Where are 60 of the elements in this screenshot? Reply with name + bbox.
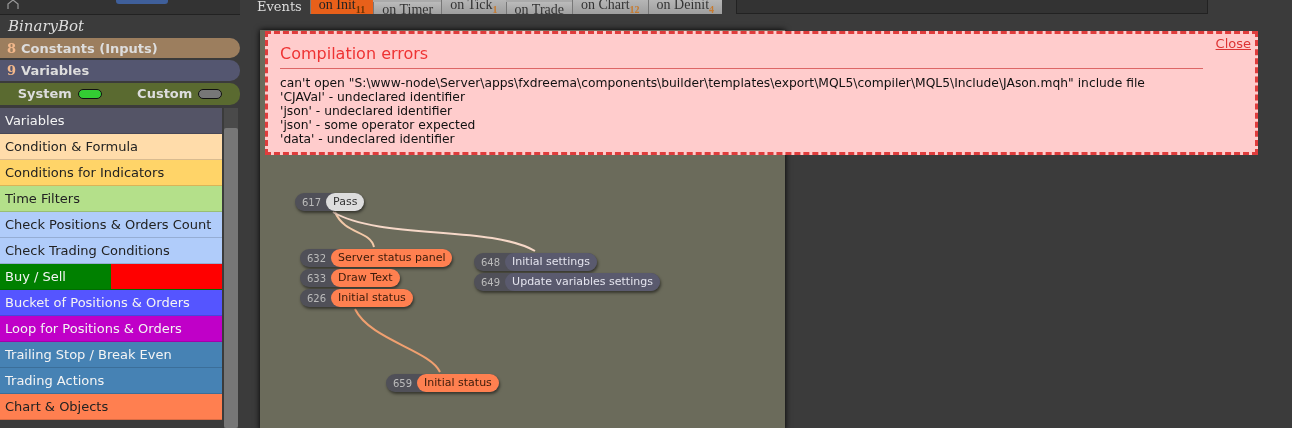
error-message: can't open "S:\www-node\Server\apps\fxdreema\components\builder\templates\export\MQL5\compiler\MQL5\Include\JAson.mqh" include file — [280, 76, 1146, 90]
category-item[interactable]: Conditions for Indicators — [0, 160, 222, 186]
category-item[interactable]: Trading Actions — [0, 368, 222, 394]
event-tab[interactable]: on Chart$_{12}$ — [572, 0, 648, 14]
home-icon[interactable] — [6, 0, 20, 10]
flow-block[interactable]: 626 Initial status — [300, 289, 413, 307]
scrollbar[interactable] — [224, 108, 238, 428]
project-title: BinaryBot — [7, 16, 86, 36]
sell-color-block[interactable] — [111, 264, 222, 289]
category-item[interactable]: Bucket of Positions & Orders — [0, 290, 222, 316]
block-label: Initial settings — [505, 253, 597, 271]
error-title: Compilation errors — [280, 44, 1203, 69]
toggle-label: Custom — [137, 86, 193, 102]
events-label: Events — [257, 0, 302, 14]
block-label: Initial status — [417, 374, 499, 392]
flow-block[interactable]: 632 Server status panel — [300, 249, 453, 267]
event-tab[interactable]: on Deinit$_{4}$ — [647, 0, 723, 14]
section-count: 9 — [7, 63, 17, 78]
error-message: 'CJAVal' - undeclared identifier — [280, 90, 466, 104]
event-tab[interactable]: on Trade — [505, 2, 572, 14]
category-item[interactable]: Chart & Objects — [0, 394, 222, 420]
close-link[interactable]: Close — [1215, 36, 1251, 51]
error-message: 'json' - undeclared identifier — [280, 104, 454, 118]
category-item[interactable]: Loop for Positions & Orders — [0, 316, 222, 342]
block-id: 649 — [480, 276, 502, 288]
block-id: 659 — [392, 377, 414, 389]
block-id: 626 — [306, 292, 328, 304]
category-item[interactable]: Check Trading Conditions — [0, 238, 222, 264]
flow-block[interactable]: 648 Initial settings — [474, 253, 597, 271]
category-item[interactable]: Time Filters — [0, 186, 222, 212]
block-id: 633 — [306, 272, 328, 284]
section-count: 8 — [7, 40, 17, 56]
block-id: 632 — [306, 252, 328, 264]
category-item[interactable]: Trailing Stop / Break Even — [0, 342, 222, 368]
toggle-label: System — [17, 86, 72, 102]
block-id: 617 — [301, 196, 323, 208]
category-item[interactable]: Condition & Formula — [0, 134, 222, 160]
category-item[interactable]: Check Positions & Orders Count — [0, 212, 222, 238]
event-tab[interactable]: on Timer — [373, 2, 442, 14]
category-item[interactable]: Buy / Sell — [0, 264, 222, 290]
section-label: Variables — [21, 63, 90, 78]
block-label: Pass — [326, 193, 365, 211]
section-label: Constants (Inputs) — [21, 40, 158, 56]
event-tab[interactable]: on Init$_{11}$ — [309, 0, 374, 14]
flow-block[interactable]: 617 Pass — [295, 193, 365, 211]
toggle-switch[interactable] — [77, 88, 102, 99]
block-label: Update variables settings — [505, 273, 660, 291]
event-tab[interactable]: on Tick$_{1}$ — [441, 0, 506, 14]
block-label: Initial status — [331, 289, 413, 307]
toggle-switch[interactable] — [198, 88, 223, 99]
flow-block[interactable]: 649 Update variables settings — [474, 273, 660, 291]
flow-block[interactable]: 633 Draw Text — [300, 269, 400, 287]
block-label: Server status panel — [331, 249, 453, 267]
flow-block[interactable]: 659 Initial status — [386, 374, 499, 392]
section-header[interactable]: 9 Variables — [0, 60, 240, 81]
block-label: Draw Text — [331, 269, 400, 287]
error-message: 'json' - some operator expected — [280, 118, 477, 132]
block-id: 648 — [480, 256, 502, 268]
error-message: 'data' - undeclared identifier — [280, 132, 456, 146]
category-item[interactable]: Variables — [0, 108, 222, 134]
